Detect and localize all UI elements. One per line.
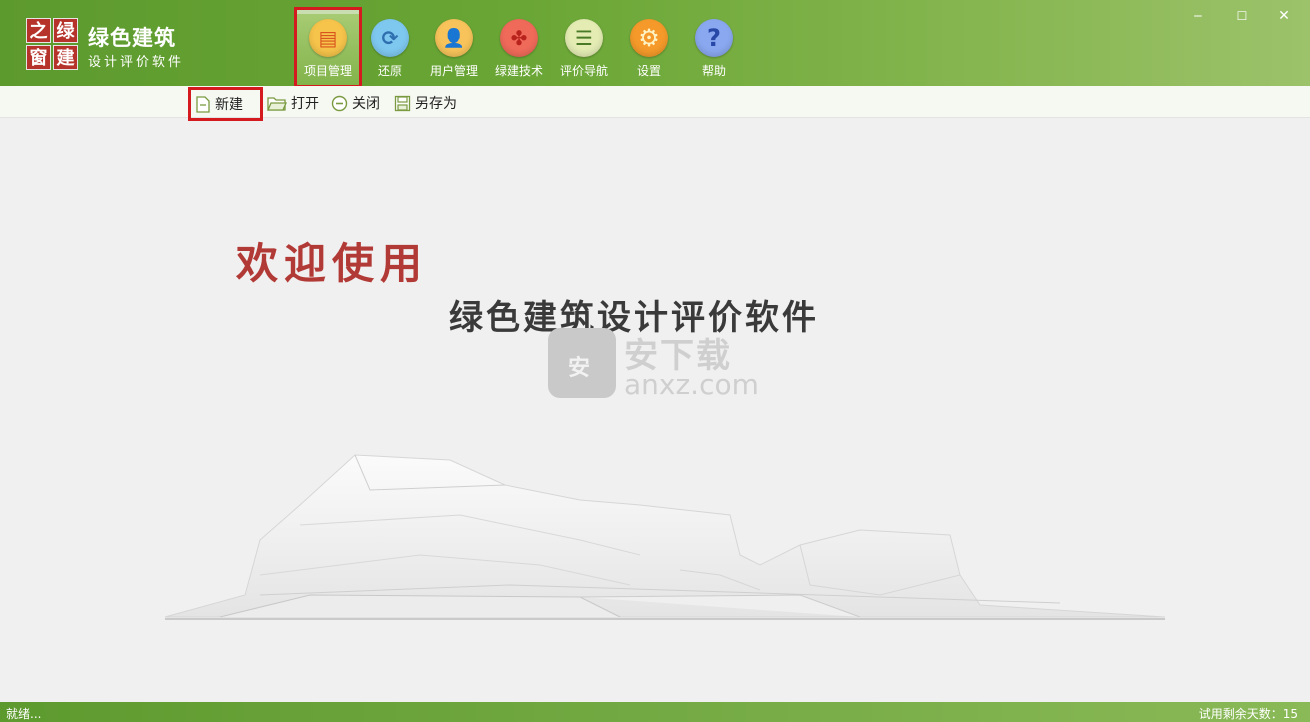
tab-label: 帮助 [701,64,726,78]
restore-icon: ⟳ [371,19,409,57]
close-window-button[interactable]: ✕ [1274,6,1294,26]
tab-project-management[interactable]: ▤ 项目管理 [294,7,362,88]
logo-char: 建 [53,45,78,70]
watermark-en: anxz.com [624,368,759,401]
watermark-badge: 安 [568,356,591,381]
trial-days-remaining: 试用剩余天数：15 [1198,707,1298,721]
gear-icon: ⚙ [630,19,668,57]
tab-label: 设置 [636,64,661,78]
tab-evaluation-nav[interactable]: ☰ 评价导航 [552,14,616,86]
book-icon: ☰ [565,19,603,57]
folder-icon [267,95,287,112]
tab-restore[interactable]: ⟳ 还原 [358,14,422,86]
close-label: 关闭 [352,96,380,112]
tab-label: 用户管理 [429,64,478,78]
tech-icon: ✤ [500,19,538,57]
building-illustration [164,454,1166,620]
tab-user-management[interactable]: 👤 用户管理 [422,14,486,86]
logo-char: 窗 [26,45,51,70]
new-label: 新建 [215,97,243,113]
tab-label: 评价导航 [559,64,608,78]
tab-green-tech[interactable]: ✤ 绿建技术 [487,14,551,86]
shield-icon: 安 [548,328,616,398]
maximize-button[interactable]: ☐ [1232,6,1252,26]
logo-char: 绿 [53,18,78,43]
app-subtitle: 设计评价软件 [88,55,185,70]
open-label: 打开 [291,96,319,112]
app-logo: 之 绿 窗 建 [26,18,80,72]
close-circle-icon [331,95,348,112]
close-button[interactable]: 关闭 [327,90,384,116]
tab-label: 还原 [377,64,402,78]
tab-settings[interactable]: ⚙ 设置 [617,14,681,86]
welcome-title: 欢迎使用 [236,239,429,288]
status-bar: 就绪... 试用剩余天数：15 [0,702,1310,722]
new-file-icon [194,95,211,113]
save-as-button[interactable]: 另存为 [390,90,461,116]
minimize-button[interactable]: ‒ [1188,6,1208,26]
open-button[interactable]: 打开 [263,90,323,116]
user-icon: 👤 [435,19,473,57]
title-ribbon: 之 绿 窗 建 绿色建筑 设计评价软件 ▤ 项目管理 ⟳ 还原 👤 用户管理 ✤… [0,0,1310,88]
help-icon: ? [695,19,733,57]
status-text: 就绪... [6,707,42,721]
logo-char: 之 [26,18,51,43]
tab-label: 绿建技术 [494,64,543,78]
tab-help[interactable]: ? 帮助 [682,14,746,86]
app-title: 绿色建筑 [88,26,176,50]
project-toolbar: 新建 打开 关闭 另存为 [0,86,1310,121]
save-icon [394,95,411,112]
project-icon: ▤ [309,19,347,57]
new-button[interactable]: 新建 [188,87,263,121]
watermark: 安 安下载 anxz.com [548,328,768,401]
tab-label: 项目管理 [303,64,352,78]
save-as-label: 另存为 [415,96,457,112]
